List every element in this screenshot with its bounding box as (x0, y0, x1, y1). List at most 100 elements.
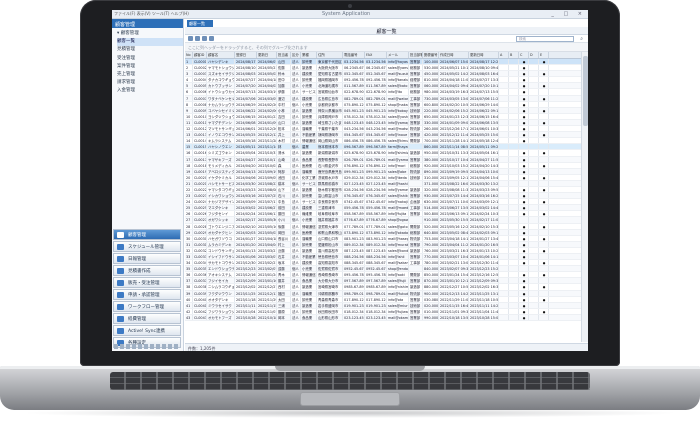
table-cell: 卸売業 (301, 113, 317, 119)
table-cell (509, 296, 519, 302)
column-header[interactable]: 作成日時 (439, 52, 469, 58)
column-header[interactable]: B (509, 52, 519, 58)
column-header[interactable]: 顧客ID (193, 52, 207, 58)
table-cell (499, 180, 509, 186)
nav-tree-item[interactable]: 請求管理 (117, 79, 183, 87)
column-header[interactable]: 登録日 (235, 52, 257, 58)
search-icon[interactable]: ⌕ (580, 36, 583, 42)
table-cell: 2023/02/07 09:32 (440, 266, 469, 272)
table-cell (539, 168, 549, 174)
table-cell (499, 144, 509, 150)
table-cell: 運輸業 (301, 126, 317, 132)
table-cell (499, 284, 509, 290)
module-button[interactable]: Active! Sync連携 (113, 325, 181, 336)
table-cell: 福田 (277, 290, 291, 296)
table-row[interactable]: 43 CL0043 オカモトフーズ 2023/10/28 2022/10/18 岡本 法人食… (185, 314, 581, 322)
table-cell: 2023/11/18 (236, 296, 257, 302)
table-cell: 0776-67-8902 (366, 217, 387, 223)
column-header[interactable]: 住所 (317, 52, 343, 58)
column-header[interactable]: 担当者 (277, 52, 291, 58)
module-button[interactable]: スケジュール管理 (113, 241, 181, 252)
column-header[interactable]: 業種 (301, 52, 317, 58)
table-cell: 03-1234-5679 (366, 59, 387, 65)
column-header[interactable]: 郵便番号 (423, 52, 439, 58)
nav-tree-item[interactable]: 入金管理 (117, 87, 183, 95)
vertical-scrollbar[interactable] (581, 52, 588, 342)
column-header[interactable]: 顧客名 (207, 52, 235, 58)
module-button[interactable]: 見積書作成 (113, 265, 181, 276)
table-cell (499, 229, 509, 235)
column-header[interactable]: D (529, 52, 539, 58)
menu-bar[interactable]: ファイル(F) 表示(V) ツール(T) ヘルプ(H) (114, 11, 189, 17)
module-button[interactable]: 販売・受注管理 (113, 277, 181, 288)
column-header[interactable]: メール (387, 52, 409, 58)
table-cell: 井上 (277, 132, 291, 138)
refresh-icon[interactable] (209, 36, 214, 41)
table-cell (529, 266, 539, 272)
table-cell (499, 107, 509, 113)
table-cell: 卸売業 (301, 296, 317, 302)
table-cell: 法人 (291, 223, 301, 229)
table-cell: 017-890-1234 (344, 296, 365, 302)
table-cell (499, 71, 509, 77)
scrollbar-thumb[interactable] (583, 56, 588, 126)
table-cell (499, 83, 509, 89)
new-icon[interactable] (188, 36, 193, 41)
nav-tree-item[interactable]: 見積管理 (117, 46, 183, 54)
module-button[interactable]: 顧客管理 (113, 229, 181, 240)
module-button[interactable]: 経費管理 (113, 313, 181, 324)
table-cell: 藤田 (277, 211, 291, 217)
search-input[interactable]: 検索 (516, 36, 574, 42)
nav-tree-item[interactable]: 顧客一覧 (117, 38, 183, 47)
module-button[interactable]: 日報管理 (113, 253, 181, 264)
table-cell (519, 266, 529, 272)
table-cell: ● (519, 174, 529, 180)
table-cell: 企画部 (409, 199, 423, 205)
column-header[interactable]: FAX (365, 52, 387, 58)
group-by-panel[interactable]: ここに列ヘッダーをドラッグすると、その列でグループ化されます (185, 43, 588, 52)
table-cell: 藤井 (277, 278, 291, 284)
table-cell: CL0001 (194, 59, 207, 65)
table-cell: 2023/12/30 (236, 260, 257, 266)
table-cell: 建設業 (301, 95, 317, 101)
table-cell: ● (539, 95, 549, 101)
column-header[interactable]: A (499, 52, 509, 58)
column-header[interactable]: 区分 (291, 52, 301, 58)
column-header[interactable]: 更新日 (257, 52, 277, 58)
delete-icon[interactable] (202, 36, 207, 41)
table-cell (509, 71, 519, 77)
module-list: 顧客管理 スケジュール管理 日報管理 見積書作成 販売・受注管理 申請・承認管理 ワークフロ… (113, 229, 181, 349)
table-cell: 製造業 (301, 186, 317, 193)
column-header[interactable]: C (519, 52, 529, 58)
table-cell: 中村 (277, 101, 291, 107)
nav-tree-item[interactable]: ▾ 顧客管理 (117, 30, 183, 38)
tab-customer-list[interactable]: 顧客一覧 (187, 20, 213, 27)
table-cell: ● (519, 193, 529, 199)
column-header[interactable]: No (185, 52, 193, 58)
column-header[interactable]: 担当部署 (409, 52, 423, 58)
nav-tree-item[interactable]: 受注管理 (117, 55, 183, 63)
table-cell: 営業部 (409, 254, 423, 260)
table-cell: 6 (185, 89, 193, 95)
edit-icon[interactable] (195, 36, 200, 41)
column-header[interactable]: E (539, 52, 549, 58)
column-header[interactable]: 電話番号 (343, 52, 365, 58)
module-button[interactable]: 申請・承認管理 (113, 289, 181, 300)
table-cell: 営業部 (409, 113, 423, 119)
table-cell: info@ikeda (387, 174, 409, 180)
table-cell: ● (519, 314, 529, 321)
table-cell: 池田 (277, 174, 291, 180)
table-cell: 2023/10/17 10:40 (440, 156, 469, 162)
column-header[interactable]: 更新日時 (469, 52, 499, 58)
table-cell: info@yamaguchi (388, 119, 409, 126)
nav-tree-item[interactable]: 売上管理 (117, 71, 183, 79)
table-cell: 980-0001 (424, 89, 439, 95)
nav-footer-buttons[interactable] (114, 344, 180, 349)
table-cell: 24 (185, 199, 193, 205)
table-cell: info@shimizu (388, 150, 409, 156)
window-controls[interactable]: _ □ × (551, 11, 586, 17)
table-cell: CL0037 (194, 278, 207, 284)
table-cell (539, 126, 549, 132)
nav-tree-item[interactable]: 案件管理 (117, 63, 183, 71)
module-button[interactable]: ワークフロー管理 (113, 301, 181, 312)
